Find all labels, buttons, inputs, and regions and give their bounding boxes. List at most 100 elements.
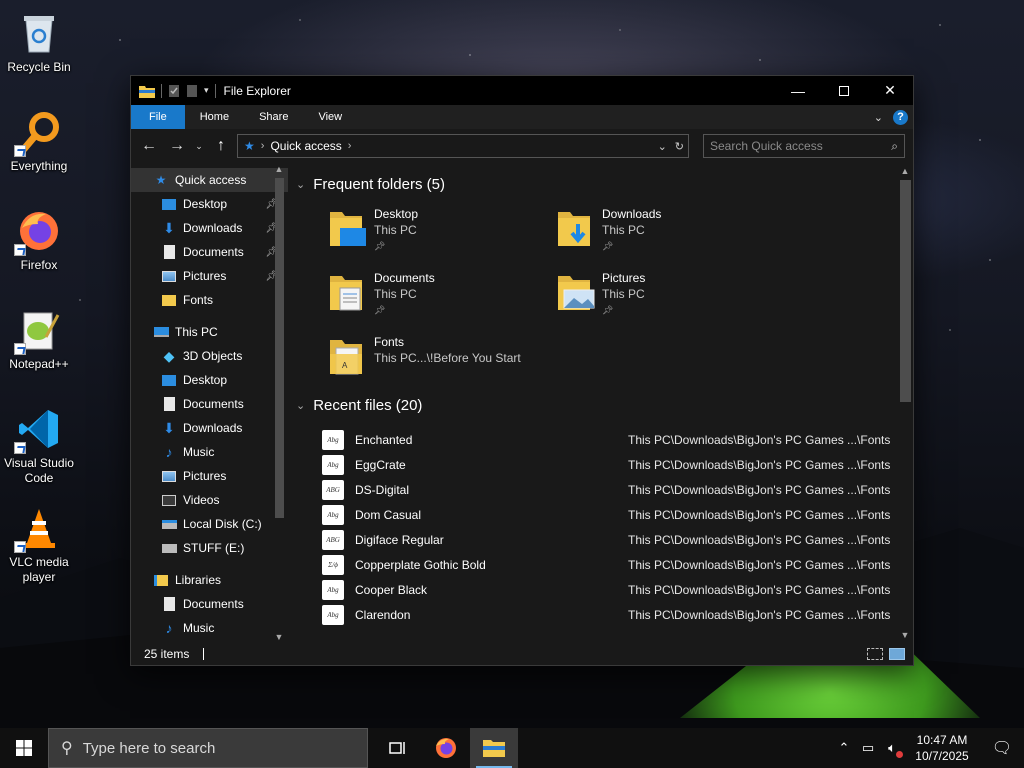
sidebar-scrollbar[interactable]: ▲ ▼ <box>273 164 287 642</box>
desktop-icon-firefox[interactable]: Firefox <box>0 202 78 273</box>
sidebar-item-pc-documents[interactable]: Documents <box>131 392 288 416</box>
properties-icon[interactable] <box>168 84 180 98</box>
firefox-icon <box>436 738 456 758</box>
content-scroll-thumb[interactable] <box>900 180 911 402</box>
tab-home[interactable]: Home <box>185 105 244 129</box>
sidebar-item-this-pc[interactable]: This PC <box>131 320 288 344</box>
folder-tile-desktop[interactable]: Desktop This PC 📌︎ <box>328 206 556 262</box>
sidebar-scroll-thumb[interactable] <box>275 178 284 518</box>
folder-tile-documents[interactable]: Documents This PC 📌︎ <box>328 270 556 326</box>
search-box[interactable]: Search Quick access ⌕ <box>703 134 905 158</box>
sidebar-item-pictures[interactable]: Pictures 📌︎ <box>131 264 288 288</box>
desktop-icon-recycle-bin[interactable]: Recycle Bin <box>0 4 78 75</box>
recent-locations-button[interactable]: ⌄ <box>193 134 205 158</box>
large-icons-view-icon[interactable] <box>889 647 905 660</box>
show-hidden-icons-icon[interactable]: ⌃ <box>832 740 856 756</box>
sidebar-item-pc-downloads[interactable]: ⬇ Downloads <box>131 416 288 440</box>
desktop-icon-everything[interactable]: Everything <box>0 103 78 174</box>
folder-name: Fonts <box>374 335 405 349</box>
content-scrollbar[interactable]: ▲ ▼ <box>897 164 913 642</box>
list-item[interactable]: Abg Enchanted This PC\Downloads\BigJon's… <box>322 427 913 452</box>
sidebar-item-lib-music[interactable]: ♪ Music <box>131 616 288 640</box>
sidebar-item-desktop[interactable]: Desktop 📌︎ <box>131 192 288 216</box>
list-item[interactable]: ABG Digiface Regular This PC\Downloads\B… <box>322 527 913 552</box>
task-view-button[interactable] <box>374 728 422 768</box>
new-folder-icon[interactable] <box>186 84 198 98</box>
scroll-up-icon[interactable]: ▲ <box>273 164 285 174</box>
start-button[interactable] <box>0 728 48 768</box>
notification-center-icon[interactable]: 🗨︎ <box>980 738 1024 758</box>
frequent-folders-grid: Desktop This PC 📌︎ Downloads This PC 📌︎ <box>288 196 913 390</box>
maximize-button[interactable] <box>821 76 867 105</box>
sidebar-item-stuff-e[interactable]: STUFF (E:) <box>131 536 288 560</box>
system-tray: ⌃ ▭ 🔈︎ 10:47 AM 10/7/2025 🗨︎ <box>832 728 1024 768</box>
address-history-icon[interactable]: ⌄ <box>658 140 667 153</box>
shortcut-arrow-icon <box>14 145 26 157</box>
sidebar-item-quick-access[interactable]: ★ Quick access <box>131 168 288 192</box>
sidebar-item-local-disk-c[interactable]: Local Disk (C:) <box>131 512 288 536</box>
sidebar-item-libraries[interactable]: Libraries <box>131 568 288 592</box>
tab-share[interactable]: Share <box>244 105 303 129</box>
sidebar-item-downloads[interactable]: ⬇ Downloads 📌︎ <box>131 216 288 240</box>
volume-muted-icon[interactable]: 🔈︎ <box>880 740 904 758</box>
list-item[interactable]: Abg Clarendon This PC\Downloads\BigJon's… <box>322 602 913 627</box>
sidebar-item-label: Desktop <box>183 197 228 211</box>
sidebar-item-fonts[interactable]: Fonts <box>131 288 288 312</box>
list-item[interactable]: Abg Dom Casual This PC\Downloads\BigJon'… <box>322 502 913 527</box>
scroll-up-icon[interactable]: ▲ <box>899 166 911 176</box>
folder-tile-fonts[interactable]: A Fonts This PC...\!Before You Start <box>328 334 556 390</box>
tab-file[interactable]: File <box>131 105 185 129</box>
recent-files-header[interactable]: ⌄ Recent files (20) <box>288 393 913 417</box>
taskbar-app-file-explorer[interactable] <box>470 728 518 768</box>
sidebar-item-videos[interactable]: Videos <box>131 488 288 512</box>
sidebar-item-pc-desktop[interactable]: Desktop <box>131 368 288 392</box>
sidebar-item-documents[interactable]: Documents 📌︎ <box>131 240 288 264</box>
up-button[interactable]: ↑ <box>209 134 233 158</box>
list-item[interactable]: Σ/ϕ Copperplate Gothic Bold This PC\Down… <box>322 552 913 577</box>
folder-tile-downloads[interactable]: Downloads This PC 📌︎ <box>556 206 784 262</box>
desktop-icon-notepad-plus-plus[interactable]: Notepad++ <box>0 301 78 372</box>
desktop-icon-vlc[interactable]: VLC media player <box>0 499 78 585</box>
expand-ribbon-icon[interactable]: ⌄ <box>874 111 883 124</box>
address-bar[interactable]: ★ › Quick access › ⌄ ↻ <box>237 134 689 158</box>
desktop-icon-vscode[interactable]: Visual Studio Code <box>0 400 78 486</box>
list-item[interactable]: ABG DS-Digital This PC\Downloads\BigJon'… <box>322 477 913 502</box>
sidebar-item-pc-pictures[interactable]: Pictures <box>131 464 288 488</box>
sidebar-item-3d-objects[interactable]: ◆ 3D Objects <box>131 344 288 368</box>
back-button[interactable]: ← <box>137 134 161 158</box>
search-input[interactable]: Search Quick access <box>710 139 823 153</box>
scroll-down-icon[interactable]: ▼ <box>273 632 285 642</box>
customize-toolbar-icon[interactable]: ▾ <box>204 85 209 96</box>
minimize-button[interactable]: — <box>775 76 821 105</box>
sidebar-item-label: Documents <box>183 245 244 259</box>
file-explorer-window[interactable]: ▾ File Explorer — ✕ File Home Share View… <box>130 75 914 666</box>
list-item[interactable]: Abg Cooper Black This PC\Downloads\BigJo… <box>322 577 913 602</box>
taskbar-search-input[interactable]: Type here to search <box>83 740 216 757</box>
folder-location: This PC...\!Before You Start <box>374 351 521 365</box>
tab-view[interactable]: View <box>303 105 357 129</box>
details-view-icon[interactable] <box>867 647 883 660</box>
frequent-folders-header[interactable]: ⌄ Frequent folders (5) <box>288 172 913 196</box>
title-bar[interactable]: ▾ File Explorer — ✕ <box>131 76 913 105</box>
sidebar-item-lib-documents[interactable]: Documents <box>131 592 288 616</box>
sidebar-item-music[interactable]: ♪ Music <box>131 440 288 464</box>
folder-location: This PC <box>374 223 417 237</box>
clock[interactable]: 10:47 AM 10/7/2025 <box>904 732 980 764</box>
refresh-icon[interactable]: ↻ <box>675 140 684 153</box>
list-item[interactable]: Abg EggCrate This PC\Downloads\BigJon's … <box>322 452 913 477</box>
scroll-down-icon[interactable]: ▼ <box>899 630 911 640</box>
folder-name: Documents <box>374 271 435 285</box>
desktop-icon-label: Notepad++ <box>9 357 69 371</box>
font-file-icon: Σ/ϕ <box>322 554 344 575</box>
folder-tile-pictures[interactable]: Pictures This PC 📌︎ <box>556 270 784 326</box>
taskbar-search-box[interactable]: ⚲ Type here to search <box>48 728 368 768</box>
minimize-icon: — <box>791 82 805 99</box>
taskbar-app-firefox[interactable] <box>422 728 470 768</box>
close-button[interactable]: ✕ <box>867 76 913 105</box>
forward-button[interactable]: → <box>165 134 189 158</box>
help-button[interactable]: ? <box>893 109 908 125</box>
sidebar-item-label: Documents <box>183 597 244 611</box>
network-icon[interactable]: ▭ <box>856 740 880 756</box>
desktop-icon-label: Visual Studio Code <box>4 456 74 485</box>
breadcrumb-quick-access[interactable]: Quick access <box>270 139 341 153</box>
